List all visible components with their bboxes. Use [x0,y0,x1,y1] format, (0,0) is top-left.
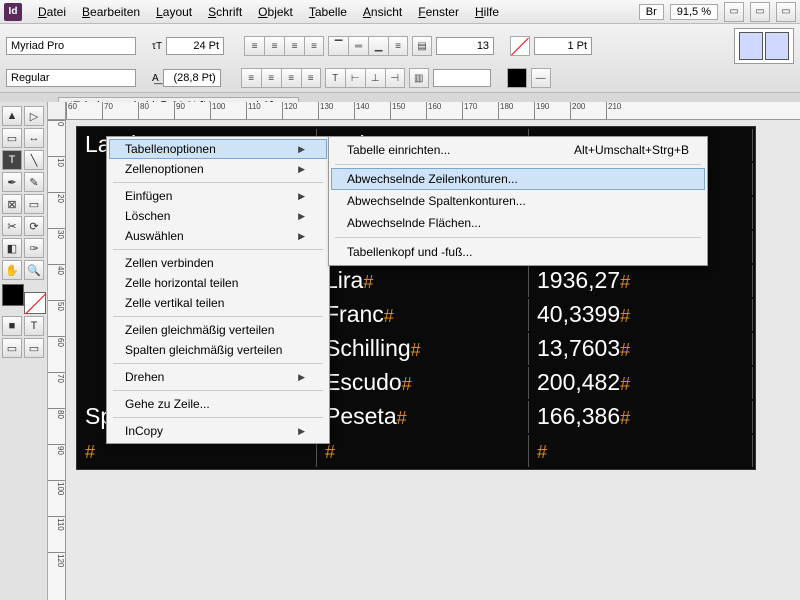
normal-view-icon[interactable]: ▭ [2,338,22,358]
submenu-item[interactable]: Tabelle einrichten...Alt+Umschalt+Strg+B [331,139,705,161]
font-size-field[interactable]: 24 Pt [166,37,224,55]
gradient-tool-icon[interactable]: ◧ [2,238,22,258]
ruler-origin[interactable] [48,102,66,120]
rotate-0-icon[interactable]: T [325,68,345,88]
type-tool-icon[interactable]: T [2,150,22,170]
scissors-tool-icon[interactable]: ✂ [2,216,22,236]
selection-tool-icon[interactable]: ▲ [2,106,22,126]
line-tool-icon[interactable]: ╲ [24,150,44,170]
stroke-swatch[interactable] [510,36,530,56]
valign-group: ▔ ═ ▁ ≡ [328,36,408,56]
font-size-icon: τT [152,41,162,52]
ruler-horizontal[interactable]: 6070809010011012013014015016017018019020… [66,102,800,120]
fill-swatch[interactable] [507,68,527,88]
submenu-item[interactable]: Abwechselnde Zeilenkonturen... [331,168,705,190]
hand-tool-icon[interactable]: ✋ [2,260,22,280]
menu-datei[interactable]: Datei [30,5,74,19]
transform-tool-icon[interactable]: ⟳ [24,216,44,236]
justify-last-center-icon[interactable]: ≡ [261,68,281,88]
view-mode-icon[interactable]: ▭ [724,2,744,22]
menubar: Id Datei Bearbeiten Layout Schrift Objek… [0,0,800,24]
context-menu-item[interactable]: Auswählen▶ [109,226,327,246]
direct-selection-tool-icon[interactable]: ▷ [24,106,44,126]
valign-bot-icon[interactable]: ▁ [368,36,388,56]
menu-schrift[interactable]: Schrift [200,5,250,19]
align-left-icon[interactable]: ≡ [244,36,264,56]
screen-mode-icon[interactable]: ▭ [750,2,770,22]
eyedropper-tool-icon[interactable]: ✑ [24,238,44,258]
context-menu-item[interactable]: Einfügen▶ [109,186,327,206]
font-family-field[interactable]: Myriad Pro [6,37,136,55]
context-menu-item[interactable]: Löschen▶ [109,206,327,226]
valign-mid-icon[interactable]: ═ [348,36,368,56]
preview-view-icon[interactable]: ▭ [24,338,44,358]
menu-layout[interactable]: Layout [148,5,200,19]
context-menu-item[interactable]: Zelle vertikal teilen [109,293,327,313]
menu-hilfe[interactable]: Hilfe [467,5,507,19]
menu-tabelle[interactable]: Tabelle [301,5,355,19]
page-tool-icon[interactable]: ▭ [2,128,22,148]
rotate-180-icon[interactable]: ⊥ [365,68,385,88]
context-menu-item[interactable]: Drehen▶ [109,367,327,387]
rotate-270-icon[interactable]: ⊣ [385,68,405,88]
align-center-icon[interactable]: ≡ [264,36,284,56]
context-menu-item[interactable]: Zelle horizontal teilen [109,273,327,293]
pencil-tool-icon[interactable]: ✎ [24,172,44,192]
tool-panel: ▲▷ ▭↔ T╲ ✒✎ ⊠▭ ✂⟳ ◧✑ ✋🔍 ■T ▭▭ [0,102,48,600]
context-menu-item[interactable]: Gehe zu Zeile... [109,394,327,414]
arrange-icon[interactable]: ▭ [776,2,796,22]
menu-bearbeiten[interactable]: Bearbeiten [74,5,148,19]
submenu-item[interactable]: Tabellenkopf und -fuß... [331,241,705,263]
justify-all-icon[interactable]: ≡ [301,68,321,88]
page-spread-icon[interactable] [734,28,794,64]
rectangle-frame-tool-icon[interactable]: ⊠ [2,194,22,214]
valign-just-icon[interactable]: ≡ [388,36,408,56]
columns-field[interactable]: 13 [436,37,494,55]
control-panel: Myriad Pro τT 24 Pt ≡ ≡ ≡ ≡ ▔ ═ ▁ ≡ ▤ 13… [0,24,800,93]
context-menu-item[interactable]: Spalten gleichmäßig verteilen [109,340,327,360]
bridge-button[interactable]: Br [639,4,664,20]
stroke-weight-field[interactable]: 1 Pt [534,37,592,55]
submenu-item[interactable]: Abwechselnde Spaltenkonturen... [331,190,705,212]
context-menu-item[interactable]: Zellenoptionen▶ [109,159,327,179]
rectangle-tool-icon[interactable]: ▭ [24,194,44,214]
align-justify-icon[interactable]: ≡ [304,36,324,56]
leading-icon: A͟ [152,73,159,84]
submenu-item[interactable]: Abwechselnde Flächen... [331,212,705,234]
menu-objekt[interactable]: Objekt [250,5,301,19]
context-menu-item[interactable]: InCopy▶ [109,421,327,441]
cols-icon: ▤ [412,36,432,56]
zoom-level[interactable]: 91,5 % [670,4,718,20]
zoom-tool-icon[interactable]: 🔍 [24,260,44,280]
apply-none-icon[interactable]: T [24,316,44,336]
menu-ansicht[interactable]: Ansicht [355,5,410,19]
color-swatch[interactable] [2,284,46,314]
gap-tool-icon[interactable]: ↔ [24,128,44,148]
pen-tool-icon[interactable]: ✒ [2,172,22,192]
ruler-vertical[interactable]: 0102030405060708090100110120 [48,120,66,600]
valign-top-icon[interactable]: ▔ [328,36,348,56]
font-style-field[interactable]: Regular [6,69,136,87]
apply-color-icon[interactable]: ■ [2,316,22,336]
rows-field[interactable] [433,69,491,87]
align-group: ≡ ≡ ≡ ≡ [244,36,324,56]
rows-icon: ▥ [409,68,429,88]
context-menu-item[interactable]: Zellen verbinden [109,253,327,273]
context-menu: Tabellenoptionen▶Zellenoptionen▶ Einfügen… [106,136,330,444]
align-right-icon[interactable]: ≡ [284,36,304,56]
submenu-tabellenoptionen: Tabelle einrichten...Alt+Umschalt+Strg+B… [328,136,708,266]
app-icon: Id [4,3,22,21]
leading-field[interactable]: (28,8 Pt) [163,69,221,87]
justify-last-left-icon[interactable]: ≡ [241,68,261,88]
context-menu-item[interactable]: Tabellenoptionen▶ [109,139,327,159]
context-menu-item[interactable]: Zeilen gleichmäßig verteilen [109,320,327,340]
stroke-style-icon[interactable]: — [531,68,551,88]
justify-last-right-icon[interactable]: ≡ [281,68,301,88]
rotate-90-icon[interactable]: ⊢ [345,68,365,88]
menu-fenster[interactable]: Fenster [410,5,467,19]
